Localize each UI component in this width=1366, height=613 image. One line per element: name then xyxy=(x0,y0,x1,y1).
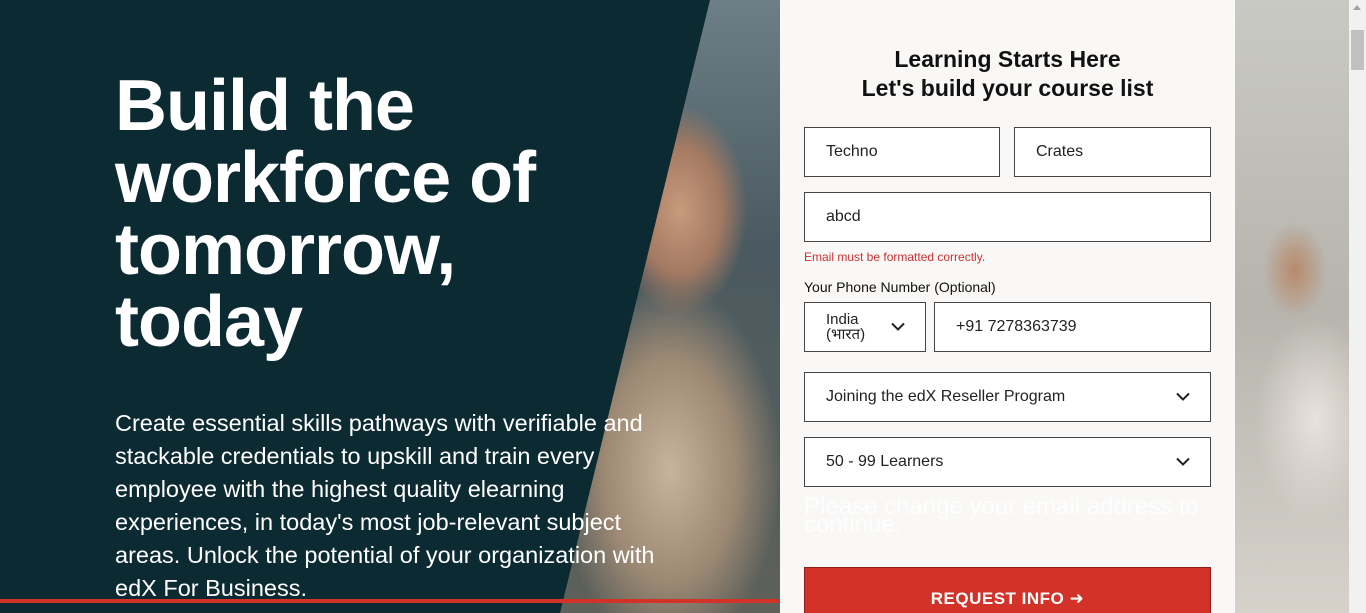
last-name-input[interactable]: Crates xyxy=(1014,127,1211,177)
email-error-message: Email must be formatted correctly. xyxy=(804,250,986,264)
chevron-down-icon xyxy=(1176,457,1190,466)
email-change-warning: Please change your email address to cont… xyxy=(804,493,1199,538)
interest-value: Joining the edX Reseller Program xyxy=(826,388,1066,405)
hero-description: Create essential skills pathways with ve… xyxy=(115,410,655,601)
phone-input[interactable]: +91 7278363739 xyxy=(934,302,1211,352)
chevron-down-icon xyxy=(1176,392,1190,401)
last-name-value: Crates xyxy=(1036,143,1084,160)
first-name-input[interactable]: Techno xyxy=(804,127,1000,177)
scrollbar-thumb[interactable] xyxy=(1351,30,1364,70)
page-scrollbar[interactable] xyxy=(1349,0,1366,613)
email-value: abcd xyxy=(826,208,861,225)
phone-label: Your Phone Number (Optional) xyxy=(804,279,996,295)
learners-select[interactable]: 50 - 99 Learners xyxy=(804,437,1211,487)
interest-select[interactable]: Joining the edX Reseller Program xyxy=(804,372,1211,422)
country-value: India (भारत) xyxy=(826,311,866,343)
learners-value: 50 - 99 Learners xyxy=(826,453,944,470)
lead-form: Learning Starts Here Let's build your co… xyxy=(780,0,1235,613)
chevron-down-icon xyxy=(891,322,905,331)
scroll-up-arrow-icon[interactable] xyxy=(1353,5,1361,10)
request-info-button[interactable]: REQUEST INFO ➜ xyxy=(804,567,1211,613)
form-heading: Learning Starts Here Let's build your co… xyxy=(780,45,1235,103)
phone-value: +91 7278363739 xyxy=(956,318,1077,335)
country-select[interactable]: India (भारत) xyxy=(804,302,926,352)
hero-title: Build the workforce of tomorrow, today xyxy=(115,66,536,362)
form-heading-line2: Let's build your course list xyxy=(861,75,1154,101)
first-name-value: Techno xyxy=(826,143,878,160)
form-heading-line1: Learning Starts Here xyxy=(894,46,1121,72)
request-info-label: REQUEST INFO ➜ xyxy=(930,589,1085,608)
email-input[interactable]: abcd xyxy=(804,192,1211,242)
hero-photo-background xyxy=(1235,0,1366,613)
